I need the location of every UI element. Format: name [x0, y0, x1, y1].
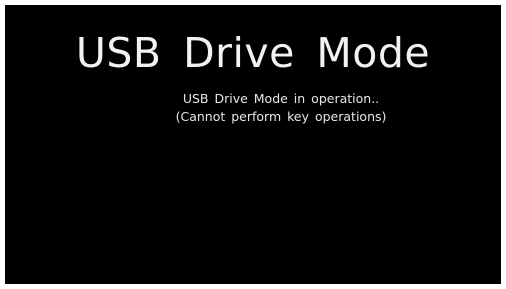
usb-drive-mode-screen: USB Drive Mode USB Drive Mode in operati…	[5, 5, 501, 284]
status-message: USB Drive Mode in operation.. (Cannot pe…	[5, 90, 501, 126]
screen-title: USB Drive Mode	[75, 29, 431, 77]
status-message-line-1: USB Drive Mode in operation..	[182, 91, 380, 106]
status-message-line-2: (Cannot perform key operations)	[175, 109, 387, 124]
